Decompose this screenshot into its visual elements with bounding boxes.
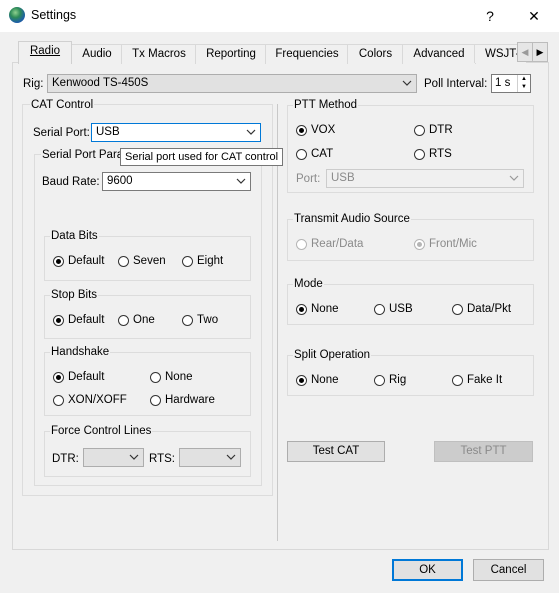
serial-port-value: USB [96,126,120,138]
ptt-port-select[interactable]: USB [326,169,524,188]
tab-frequencies[interactable]: Frequencies [265,44,349,64]
split-rig-radio[interactable]: Rig [374,374,406,387]
cat-control-title: CAT Control [30,99,95,112]
rts-select[interactable] [179,448,241,467]
chevron-down-icon [509,170,519,187]
rig-value: Kenwood TS-450S [52,77,149,89]
handshake-none-radio[interactable]: None [150,371,193,384]
ptt-cat-radio[interactable]: CAT [296,148,333,161]
tab-scroll-right-icon[interactable]: ▶ [532,42,548,62]
stop-bits-two-radio[interactable]: Two [182,314,218,327]
baud-rate-select[interactable]: 9600 [102,172,251,191]
mode-usb-radio[interactable]: USB [374,303,413,316]
ptt-rts-radio[interactable]: RTS [414,148,452,161]
chevron-down-icon [246,124,256,141]
tab-radio[interactable]: Radio [18,41,72,64]
force-control-lines-title: Force Control Lines [50,425,153,438]
ptt-method-title: PTT Method [293,99,359,112]
handshake-xonxoff-radio[interactable]: XON/XOFF [53,394,127,407]
tx-audio-front-radio[interactable]: Front/Mic [414,238,477,251]
stop-bits-title: Stop Bits [50,289,99,302]
chevron-down-icon [402,75,412,92]
rig-label: Rig: [23,78,44,90]
title-bar: Settings ? ✕ [0,0,559,32]
tab-advanced[interactable]: Advanced [402,44,476,64]
tx-audio-rear-radio[interactable]: Rear/Data [296,238,363,251]
tab-scroll-left-icon[interactable]: ◀ [517,42,533,62]
tab-colors[interactable]: Colors [347,44,404,64]
ptt-vox-radio[interactable]: VOX [296,124,335,137]
tx-audio-source-title: Transmit Audio Source [293,213,411,226]
test-cat-button[interactable]: Test CAT [287,441,385,462]
serial-port-select[interactable]: USB [91,123,261,142]
close-button[interactable]: ✕ [511,0,557,32]
ptt-port-value: USB [331,172,355,184]
stop-bits-default-radio[interactable]: Default [53,314,104,327]
cancel-button[interactable]: Cancel [473,559,544,581]
split-operation-title: Split Operation [293,349,372,362]
spin-arrows-icon[interactable]: ▲ ▼ [517,75,530,92]
poll-interval-label: Poll Interval: [424,78,488,90]
poll-interval-value: 1 s [495,77,511,89]
poll-interval-spinbox[interactable]: 1 s ▲ ▼ [491,74,531,93]
data-bits-eight-radio[interactable]: Eight [182,255,223,268]
data-bits-title: Data Bits [50,230,99,243]
handshake-hardware-radio[interactable]: Hardware [150,394,215,407]
rig-select[interactable]: Kenwood TS-450S [47,74,417,93]
tab-audio[interactable]: Audio [71,44,123,64]
ptt-port-label: Port: [296,173,321,185]
rts-label: RTS: [149,453,175,465]
dtr-label: DTR: [52,453,79,465]
ok-button[interactable]: OK [392,559,463,581]
data-bits-seven-radio[interactable]: Seven [118,255,166,268]
mode-datapkt-radio[interactable]: Data/Pkt [452,303,511,316]
mode-title: Mode [293,278,324,291]
baud-rate-label: Baud Rate: [42,176,100,188]
column-divider [277,104,278,541]
baud-rate-value: 9600 [107,175,133,187]
chevron-down-icon [236,173,246,190]
dtr-select[interactable] [83,448,144,467]
window-title: Settings [31,8,77,22]
tab-tx-macros[interactable]: Tx Macros [121,44,197,64]
chevron-down-icon [129,449,139,466]
serial-port-tooltip: Serial port used for CAT control [120,148,284,166]
mode-none-radio[interactable]: None [296,303,339,316]
app-globe-icon [9,7,25,23]
serial-port-label: Serial Port: [33,127,90,139]
stop-bits-one-radio[interactable]: One [118,314,155,327]
help-button[interactable]: ? [467,0,513,32]
split-none-radio[interactable]: None [296,374,339,387]
handshake-default-radio[interactable]: Default [53,371,104,384]
data-bits-default-radio[interactable]: Default [53,255,104,268]
split-fake-it-radio[interactable]: Fake It [452,374,502,387]
chevron-down-icon [226,449,236,466]
handshake-title: Handshake [50,346,111,359]
ptt-dtr-radio[interactable]: DTR [414,124,453,137]
test-ptt-button[interactable]: Test PTT [434,441,533,462]
tab-reporting[interactable]: Reporting [195,44,267,64]
